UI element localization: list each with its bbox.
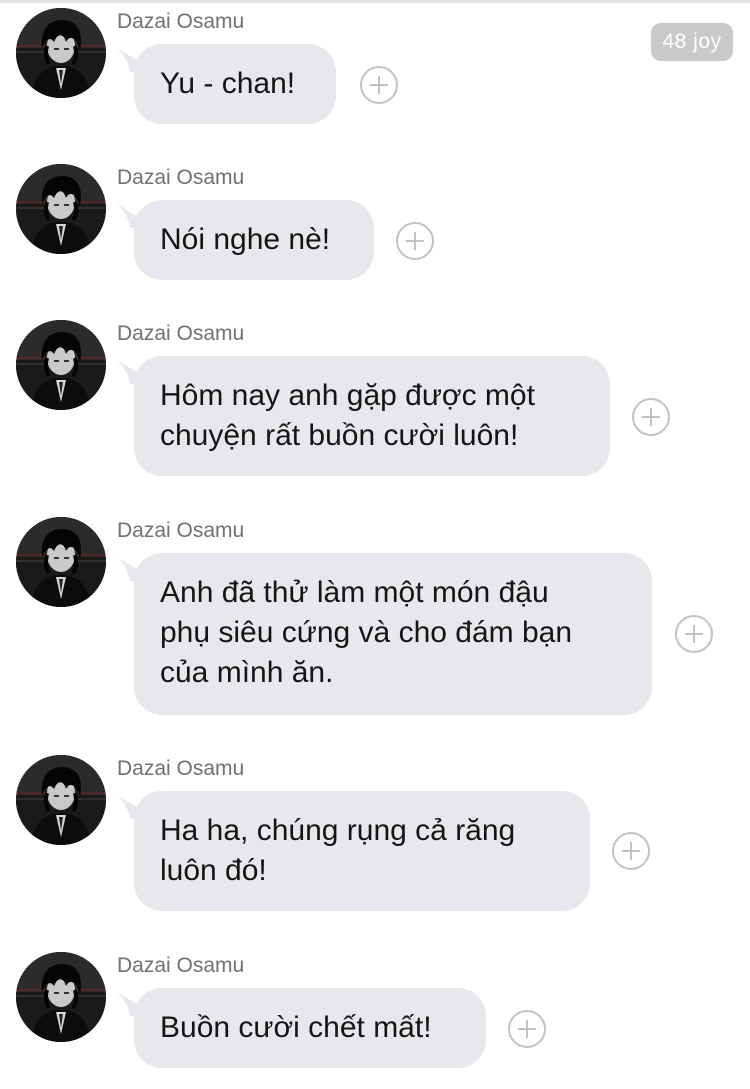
avatar[interactable]	[16, 320, 106, 410]
top-divider	[0, 0, 750, 3]
sender-name: Dazai Osamu	[117, 519, 245, 542]
add-reaction-icon[interactable]	[360, 66, 398, 104]
message-text: Hôm nay anh gặp được một	[160, 379, 535, 412]
message-row: Dazai Osamu Hôm nay anh gặp được một chu…	[0, 316, 750, 486]
message-text: Buồn cười chết mất!	[160, 1011, 432, 1044]
message-text: Yu - chan!	[160, 67, 296, 100]
avatar[interactable]	[16, 8, 106, 98]
message-row: Dazai Osamu Buồn cười chết mất!	[0, 948, 750, 1078]
message-text: Nói nghe nè!	[160, 223, 331, 256]
add-reaction-icon[interactable]	[632, 398, 670, 436]
avatar[interactable]	[16, 517, 106, 607]
sender-name: Dazai Osamu	[117, 322, 245, 345]
message-bubble[interactable]: Anh đã thử làm một món đậu phụ siêu cứng…	[116, 553, 652, 715]
add-reaction-icon[interactable]	[508, 1010, 546, 1048]
add-reaction-icon[interactable]	[612, 832, 650, 870]
message-row: Dazai Osamu Yu - chan!	[0, 4, 750, 134]
bubble-tail	[116, 360, 142, 384]
message-text: luôn đó!	[160, 854, 267, 887]
message-bubble[interactable]: Buồn cười chết mất!	[116, 988, 486, 1068]
message-bubble[interactable]: Hôm nay anh gặp được một chuyện rất buồn…	[116, 356, 610, 476]
message-text: phụ siêu cứng và cho đám bạn	[160, 616, 573, 649]
message-text: chuyện rất buồn cười luôn!	[160, 419, 519, 452]
bubble-tail	[116, 795, 142, 819]
sender-name: Dazai Osamu	[117, 166, 245, 189]
bubble-tail	[116, 48, 142, 72]
message-row: Dazai Osamu Ha ha, chúng rụng cả răng lu…	[0, 751, 750, 921]
bubble-tail	[116, 204, 142, 228]
message-row: Dazai Osamu Anh đã thử làm một món đậu p…	[0, 513, 750, 723]
avatar[interactable]	[16, 952, 106, 1042]
message-bubble[interactable]: Nói nghe nè!	[116, 200, 374, 280]
sender-name: Dazai Osamu	[117, 954, 245, 977]
avatar[interactable]	[16, 755, 106, 845]
message-bubble[interactable]: Ha ha, chúng rụng cả răng luôn đó!	[116, 791, 590, 911]
avatar[interactable]	[16, 164, 106, 254]
message-row: Dazai Osamu Nói nghe nè!	[0, 160, 750, 290]
sender-name: Dazai Osamu	[117, 757, 245, 780]
message-text: Anh đã thử làm một món đậu	[160, 576, 549, 609]
add-reaction-icon[interactable]	[675, 615, 713, 653]
message-bubble[interactable]: Yu - chan!	[116, 44, 336, 124]
message-text: của mình ăn.	[160, 656, 334, 689]
message-text: Ha ha, chúng rụng cả răng	[160, 814, 516, 847]
bubble-tail	[116, 992, 142, 1016]
sender-name: Dazai Osamu	[117, 10, 245, 33]
add-reaction-icon[interactable]	[396, 222, 434, 260]
bubble-tail	[116, 557, 142, 581]
